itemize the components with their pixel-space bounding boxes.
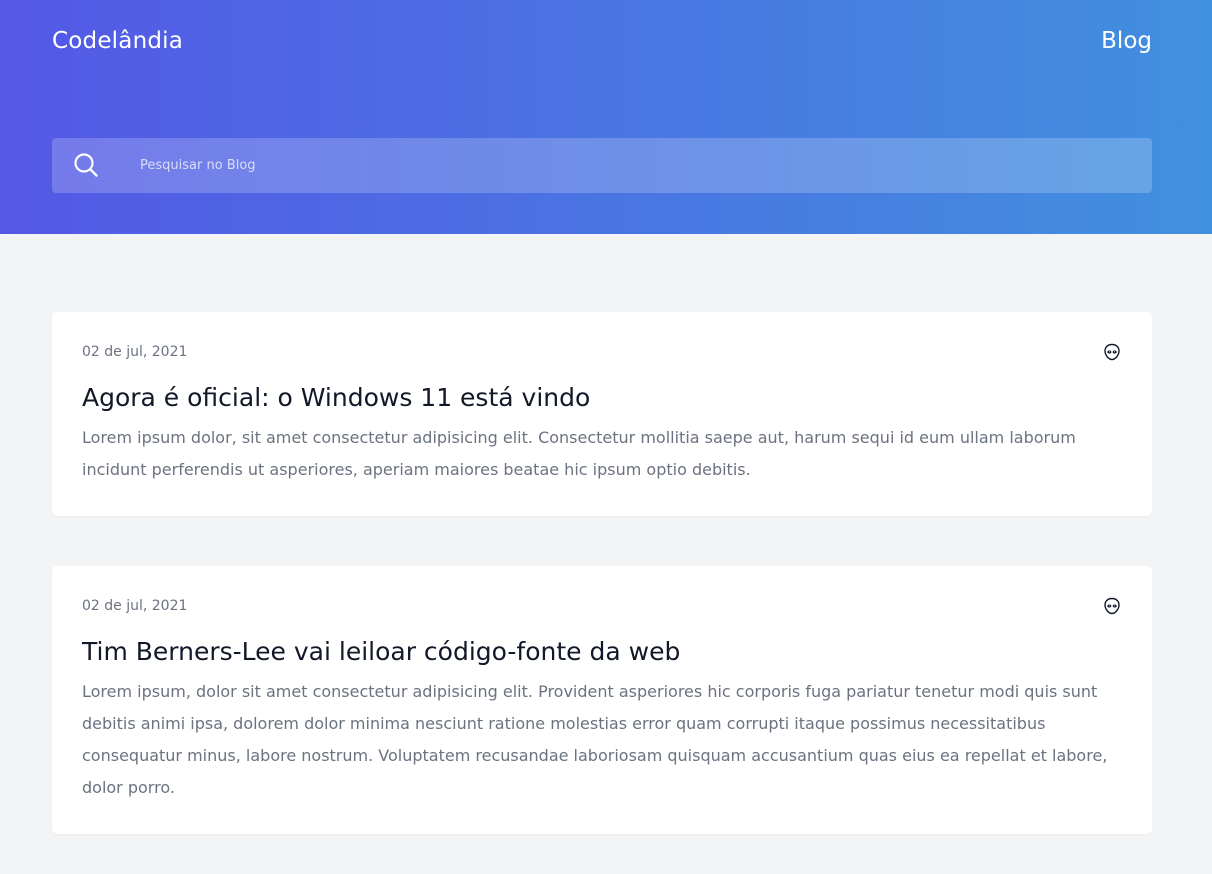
alien-icon [1104, 343, 1120, 361]
post-date: 02 de jul, 2021 [82, 344, 188, 360]
post-title[interactable]: Tim Berners-Lee vai leiloar código-fonte… [82, 634, 680, 670]
alien-icon [1104, 597, 1120, 615]
search-bar[interactable] [52, 138, 1152, 193]
post-title[interactable]: Agora é oficial: o Windows 11 está vindo [82, 380, 590, 416]
post-date: 02 de jul, 2021 [82, 598, 188, 614]
search-input[interactable] [140, 138, 1130, 193]
post-card[interactable]: 02 de jul, 2021 Agora é oficial: o Windo… [52, 312, 1152, 516]
search-icon[interactable] [72, 151, 100, 179]
nav-link-blog[interactable]: Blog [1101, 26, 1152, 56]
post-excerpt: Lorem ipsum, dolor sit amet consectetur … [82, 682, 1108, 797]
post-card[interactable]: 02 de jul, 2021 Tim Berners-Lee vai leil… [52, 566, 1152, 834]
post-excerpt: Lorem ipsum dolor, sit amet consectetur … [82, 428, 1076, 479]
hero-header: Codelândia Blog [0, 0, 1212, 234]
brand-logo[interactable]: Codelândia [52, 26, 183, 56]
